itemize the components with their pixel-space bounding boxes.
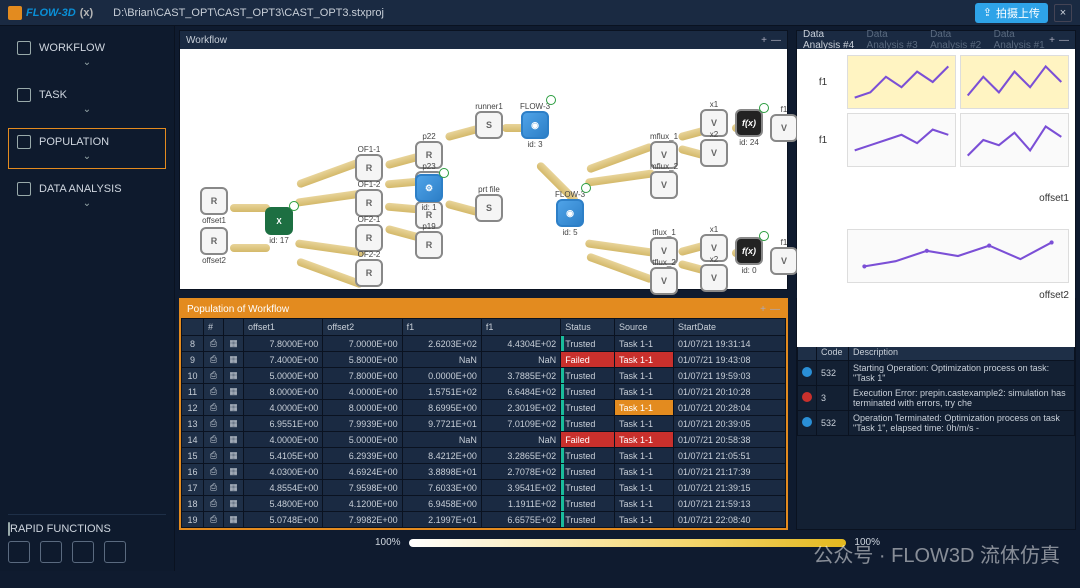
da-row-label: offset1: [847, 171, 1069, 225]
da-chart[interactable]: [847, 55, 956, 109]
sidebar-item-data-analysis[interactable]: DATA ANALYSIS ⌄: [8, 175, 166, 216]
population-icon: [17, 135, 31, 149]
app-logo: FLOW-3D (x): [8, 6, 93, 20]
table-row[interactable]: 12⎙▦4.0000E+008.0000E+008.6995E+002.3019…: [182, 400, 786, 416]
logo-text: FLOW-3D: [26, 7, 76, 19]
da-tab[interactable]: Data Analysis #1: [994, 29, 1046, 51]
da-chart[interactable]: [960, 113, 1069, 167]
sidebar-item-label: DATA ANALYSIS: [39, 183, 122, 195]
progress-left: 100%: [375, 537, 401, 548]
sidebar: WORKFLOW ⌄ TASK ⌄ POPULATION ⌄ DATA ANAL…: [0, 26, 175, 571]
da-chart[interactable]: [847, 229, 1069, 283]
table-row[interactable]: 17⎙▦4.8554E+007.9598E+007.6033E+003.9541…: [182, 480, 786, 496]
panel-title: Workflow: [186, 35, 227, 46]
sidebar-item-label: WORKFLOW: [39, 42, 105, 54]
table-row[interactable]: 14⎙▦4.0000E+005.0000E+00NaNNaNFailedTask…: [182, 432, 786, 448]
panel-title: Population of Workflow: [187, 304, 289, 315]
task-icon: [17, 88, 31, 102]
table-row[interactable]: 9⎙▦7.4000E+005.8000E+00NaNNaNFailedTask …: [182, 352, 786, 368]
message-row[interactable]: 3Execution Error: prepin.castexample2: s…: [798, 386, 1075, 411]
table-row[interactable]: 15⎙▦5.4105E+006.2939E+008.4212E+003.2865…: [182, 448, 786, 464]
project-path: D:\Brian\CAST_OPT\CAST_OPT3\CAST_OPT3.st…: [113, 7, 384, 19]
panel-add-button[interactable]: +: [761, 35, 767, 46]
chevron-down-icon: ⌄: [17, 57, 157, 68]
sidebar-item-workflow[interactable]: WORKFLOW ⌄: [8, 34, 166, 75]
table-row[interactable]: 10⎙▦5.0000E+007.8000E+000.0000E+003.7885…: [182, 368, 786, 384]
logo-suffix: (x): [80, 7, 93, 19]
panel-minimize-button[interactable]: —: [1059, 35, 1069, 46]
da-chart[interactable]: [847, 113, 956, 167]
table-row[interactable]: 16⎙▦4.0300E+004.6924E+003.8898E+012.7078…: [182, 464, 786, 480]
population-table-wrap: #offset1offset2f1f1StatusSourceStartDate…: [181, 318, 786, 528]
panel-minimize-button[interactable]: —: [771, 35, 781, 46]
table-row[interactable]: 20⎙▦5.3413E+004.0080E+004.4633E+011.2946…: [182, 528, 786, 529]
data-analysis-panel: Data Analysis #4 Data Analysis #3 Data A…: [796, 30, 1076, 290]
table-row[interactable]: 11⎙▦8.0000E+004.0000E+001.5751E+026.6484…: [182, 384, 786, 400]
rapid-btn-3[interactable]: [72, 541, 94, 563]
da-row-label: offset2: [847, 287, 1069, 303]
sidebar-item-label: TASK: [39, 89, 67, 101]
da-chart[interactable]: [960, 55, 1069, 109]
chevron-down-icon: ⌄: [17, 198, 157, 209]
share-button[interactable]: ⇪ 拍摄上传: [975, 3, 1048, 23]
sidebar-item-task[interactable]: TASK ⌄: [8, 81, 166, 122]
table-row[interactable]: 18⎙▦5.4800E+004.1200E+006.9458E+001.1911…: [182, 496, 786, 512]
rapid-functions: RAPID FUNCTIONS: [8, 514, 166, 567]
share-label: 拍摄上传: [996, 5, 1040, 21]
workflow-panel: Workflow + —: [179, 30, 788, 290]
panel-add-button[interactable]: +: [1049, 35, 1055, 46]
logo-icon: [8, 6, 22, 20]
rapid-btn-4[interactable]: [104, 541, 126, 563]
progress-track: [409, 539, 847, 547]
sidebar-item-label: POPULATION: [39, 136, 109, 148]
progress-right: 100%: [854, 537, 880, 548]
da-body: f1 f1 offset1 offset2: [797, 49, 1075, 347]
sidebar-item-population[interactable]: POPULATION ⌄: [8, 128, 166, 169]
population-table[interactable]: #offset1offset2f1f1StatusSourceStartDate…: [181, 318, 786, 528]
message-table[interactable]: Code Description 532Starting Operation: …: [797, 343, 1075, 436]
chevron-down-icon: ⌄: [17, 151, 157, 162]
analysis-icon: [17, 182, 31, 196]
da-row-label: f1: [803, 55, 843, 109]
rapid-btn-2[interactable]: [40, 541, 62, 563]
message-row[interactable]: 532Starting Operation: Optimization proc…: [798, 361, 1075, 386]
chevron-down-icon: ⌄: [17, 104, 157, 115]
population-panel: Population of Workflow + — #offset1offse…: [179, 298, 788, 530]
message-row[interactable]: 532Operation Terminated: Optimization pr…: [798, 411, 1075, 436]
table-row[interactable]: 13⎙▦6.9551E+007.9939E+009.7721E+017.0109…: [182, 416, 786, 432]
da-tab[interactable]: Data Analysis #2: [930, 29, 982, 51]
da-row-label: f1: [803, 113, 843, 167]
workflow-canvas[interactable]: Roffset1 Roffset2 Xid: 17 OF1-1R OF1-2R …: [180, 49, 787, 289]
rapid-label: RAPID FUNCTIONS: [10, 523, 111, 535]
panel-add-button[interactable]: +: [760, 304, 766, 315]
rapid-btn-1[interactable]: [8, 541, 30, 563]
panel-minimize-button[interactable]: —: [770, 304, 780, 315]
table-row[interactable]: 19⎙▦5.0748E+007.9982E+002.1997E+016.6575…: [182, 512, 786, 528]
share-icon: ⇪: [983, 6, 992, 19]
topbar-close-button[interactable]: ×: [1054, 4, 1072, 22]
da-tab[interactable]: Data Analysis #3: [867, 29, 919, 51]
topbar: FLOW-3D (x) D:\Brian\CAST_OPT\CAST_OPT3\…: [0, 0, 1080, 26]
table-row[interactable]: 8⎙▦7.8000E+007.0000E+002.6203E+024.4304E…: [182, 336, 786, 352]
workflow-icon: [17, 41, 31, 55]
progress-bar: 100% 100%: [175, 534, 1080, 551]
panel-title: Data Analysis #4: [803, 29, 855, 51]
